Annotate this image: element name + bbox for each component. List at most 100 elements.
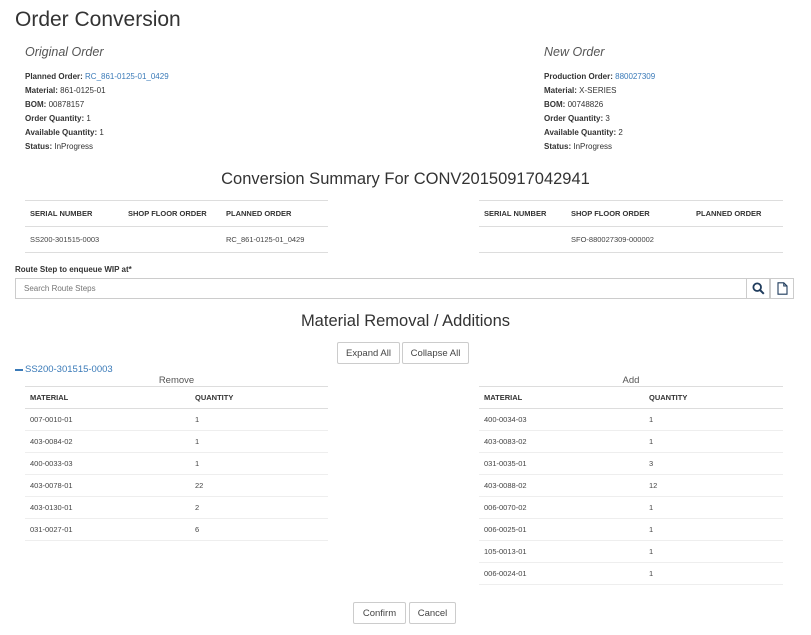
table-cell: 1	[644, 518, 783, 541]
table-row: 403-0084-02 1	[25, 430, 328, 453]
table-cell: 105-0013-01	[479, 540, 644, 563]
column-header: MATERIAL	[479, 386, 644, 409]
column-header: QUANTITY	[190, 386, 328, 409]
detail-value: 00878157	[48, 100, 85, 109]
browse-button[interactable]	[770, 278, 794, 299]
order-link[interactable]: 880027309	[615, 72, 655, 81]
table-cell: RC_861-0125-01_0429	[221, 226, 328, 253]
order-detail-row: Planned Order: RC_861-0125-01_0429	[25, 70, 285, 84]
order-detail-row: BOM: 00878157	[25, 98, 285, 112]
order-detail-row: Status: InProgress	[25, 140, 285, 154]
remove-label: Remove	[158, 375, 195, 386]
table-row: 403-0088-02 12	[479, 474, 783, 497]
order-detail-row: Order Quantity: 1	[25, 112, 285, 126]
order-detail-row: Available Quantity: 2	[544, 126, 804, 140]
order-detail-row: BOM: 00748826	[544, 98, 804, 112]
detail-label: Status:	[544, 142, 572, 151]
table-row: SS200-301515-0003 RC_861-0125-01_0429	[25, 226, 328, 253]
original-order-heading: Original Order	[25, 45, 104, 59]
add-label: Add	[622, 375, 640, 386]
detail-value: 2	[618, 128, 623, 137]
cancel-button[interactable]: Cancel	[409, 602, 456, 624]
order-link[interactable]: RC_861-0125-01_0429	[85, 72, 169, 81]
order-detail-row: Material: 861-0125-01	[25, 84, 285, 98]
column-header: SHOP FLOOR ORDER	[566, 200, 691, 227]
table-cell	[691, 226, 783, 253]
confirm-button[interactable]: Confirm	[353, 602, 406, 624]
detail-label: Available Quantity:	[544, 128, 617, 137]
original-order-details: Planned Order: RC_861-0125-01_0429 Materi…	[25, 70, 285, 154]
table-row: 400-0034-03 1	[479, 408, 783, 431]
table-cell: 1	[190, 430, 328, 453]
serial-collapse-toggle[interactable]: SS200-301515-0003	[15, 364, 113, 375]
table-cell: 12	[644, 474, 783, 497]
new-order-panel: New Order Production Order: 880027309 Mat…	[544, 45, 804, 154]
table-row: 007-0010-01 1	[25, 408, 328, 431]
table-cell: 1	[190, 408, 328, 431]
table-cell: 403-0088-02	[479, 474, 644, 497]
table-cell: 031-0027-01	[25, 518, 190, 541]
table-cell: 1	[644, 408, 783, 431]
serial-number-link[interactable]: SS200-301515-0003	[25, 364, 113, 375]
document-icon	[776, 282, 788, 295]
column-header: SERIAL NUMBER	[479, 200, 566, 227]
collapse-minus-icon	[15, 368, 23, 371]
table-row: 403-0078-01 22	[25, 474, 328, 497]
material-section-title: Material Removal / Additions	[300, 312, 511, 330]
table-cell: 006-0070-02	[479, 496, 644, 519]
table-row: SFO-880027309-000002	[479, 226, 783, 253]
order-detail-row: Production Order: 880027309	[544, 70, 804, 84]
order-detail-row: Status: InProgress	[544, 140, 804, 154]
collapse-all-button[interactable]: Collapse All	[402, 342, 469, 364]
table-row: 403-0130-01 2	[25, 496, 328, 519]
column-header: QUANTITY	[644, 386, 783, 409]
table-row: 031-0035-01 3	[479, 452, 783, 475]
table-cell: 3	[644, 452, 783, 475]
detail-value: InProgress	[573, 142, 613, 151]
table-cell: 400-0034-03	[479, 408, 644, 431]
detail-label: Order Quantity:	[25, 114, 85, 123]
table-cell: 007-0010-01	[25, 408, 190, 431]
new-order-details: Production Order: 880027309 Material: X-S…	[544, 70, 804, 154]
table-cell: 006-0025-01	[479, 518, 644, 541]
table-row: 031-0027-01 6	[25, 518, 328, 541]
expand-all-button[interactable]: Expand All	[337, 342, 400, 364]
original-order-panel: Original Order Planned Order: RC_861-012…	[25, 45, 285, 154]
detail-value: 3	[605, 114, 610, 123]
new-order-heading: New Order	[544, 45, 605, 59]
detail-label: BOM:	[544, 100, 566, 109]
table-cell: 1	[190, 452, 328, 475]
table-cell	[123, 226, 221, 253]
order-detail-row: Material: X-SERIES	[544, 84, 804, 98]
table-cell: 2	[190, 496, 328, 519]
material-remove-table: MATERIAL QUANTITY 007-0010-01 1 403-0084-0…	[25, 386, 328, 541]
detail-value: 1	[86, 114, 91, 123]
detail-label: Order Quantity:	[544, 114, 604, 123]
route-step-search-input[interactable]	[15, 278, 746, 299]
detail-value: X-SERIES	[579, 86, 617, 95]
table-cell: 1	[644, 496, 783, 519]
detail-value: 1	[99, 128, 104, 137]
table-cell: 403-0083-02	[479, 430, 644, 453]
table-cell: 1	[644, 540, 783, 563]
order-detail-row: Available Quantity: 1	[25, 126, 285, 140]
table-cell	[479, 226, 566, 253]
page-title: Order Conversion	[15, 8, 181, 31]
table-cell: SS200-301515-0003	[25, 226, 123, 253]
table-cell: 403-0130-01	[25, 496, 190, 519]
table-row: 006-0070-02 1	[479, 496, 783, 519]
table-row: 006-0025-01 1	[479, 518, 783, 541]
material-add-table: MATERIAL QUANTITY 400-0034-03 1 403-0083-0…	[479, 386, 783, 585]
detail-label: Status:	[25, 142, 53, 151]
detail-value: 861-0125-01	[60, 86, 106, 95]
conversion-summary-title: Conversion Summary For CONV2015091704294…	[221, 170, 590, 188]
detail-label: Material:	[544, 86, 577, 95]
column-header: PLANNED ORDER	[691, 200, 783, 227]
column-header: SHOP FLOOR ORDER	[123, 200, 221, 227]
detail-label: BOM:	[25, 100, 47, 109]
route-step-label: Route Step to enqueue WIP at*	[15, 265, 132, 274]
table-cell: 400-0033-03	[25, 452, 190, 475]
detail-label: Planned Order:	[25, 72, 83, 81]
search-button[interactable]	[746, 278, 770, 299]
table-row: 403-0083-02 1	[479, 430, 783, 453]
